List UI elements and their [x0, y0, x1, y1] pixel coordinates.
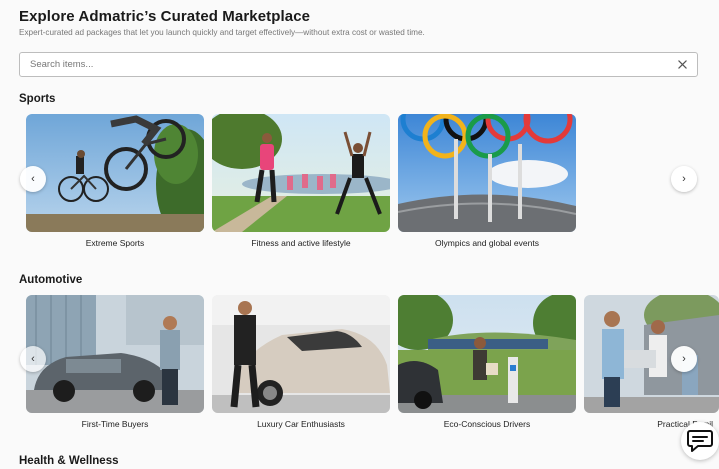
carousel-prev-button[interactable]: ‹ [20, 166, 46, 192]
card-image [212, 295, 390, 413]
card-eco-drivers[interactable]: Eco-Conscious Drivers [398, 295, 576, 429]
card-image [584, 295, 719, 413]
close-icon[interactable] [671, 54, 693, 76]
carousel-sports: Extreme Sports Fitness and active lifest… [0, 114, 719, 254]
carousel-prev-button[interactable]: ‹ [20, 346, 46, 372]
card-olympics[interactable]: Olympics and global events [398, 114, 576, 248]
chevron-right-icon: › [682, 173, 686, 185]
chat-icon [687, 430, 713, 452]
card-image [26, 295, 204, 413]
carousel-next-button[interactable]: › [671, 346, 697, 372]
card-extreme-sports[interactable]: Extreme Sports [26, 114, 204, 248]
card-image [398, 114, 576, 232]
chevron-left-icon: ‹ [31, 173, 35, 185]
chevron-right-icon: › [682, 353, 686, 365]
carousel-next-button[interactable]: › [671, 166, 697, 192]
card-luxury-car[interactable]: Luxury Car Enthusiasts [212, 295, 390, 429]
section-title-automotive: Automotive [19, 274, 83, 286]
section-title-sports: Sports [19, 93, 56, 105]
card-image [212, 114, 390, 232]
search-input[interactable] [20, 53, 671, 76]
card-first-time-buyers[interactable]: First-Time Buyers [26, 295, 204, 429]
card-caption: Olympics and global events [435, 238, 539, 248]
card-image [26, 114, 204, 232]
chat-button[interactable] [681, 422, 719, 460]
section-title-health-wellness: Health & Wellness [19, 455, 119, 467]
card-caption: Luxury Car Enthusiasts [257, 419, 345, 429]
card-image [398, 295, 576, 413]
card-caption: Eco-Conscious Drivers [443, 419, 531, 429]
carousel-automotive: First-Time Buyers Luxury Car Enthusiasts [0, 295, 719, 435]
page-title: Explore Admatric’s Curated Marketplace [19, 8, 311, 25]
chevron-left-icon: ‹ [31, 353, 35, 365]
card-practical-families[interactable]: Practical Famil [584, 295, 719, 429]
card-caption: Fitness and active lifestyle [251, 238, 351, 248]
search-box [19, 52, 698, 77]
card-caption: First-Time Buyers [81, 419, 149, 429]
page-subtitle: Expert-curated ad packages that let you … [19, 28, 425, 37]
card-fitness[interactable]: Fitness and active lifestyle [212, 114, 390, 248]
card-caption: Extreme Sports [85, 238, 145, 248]
